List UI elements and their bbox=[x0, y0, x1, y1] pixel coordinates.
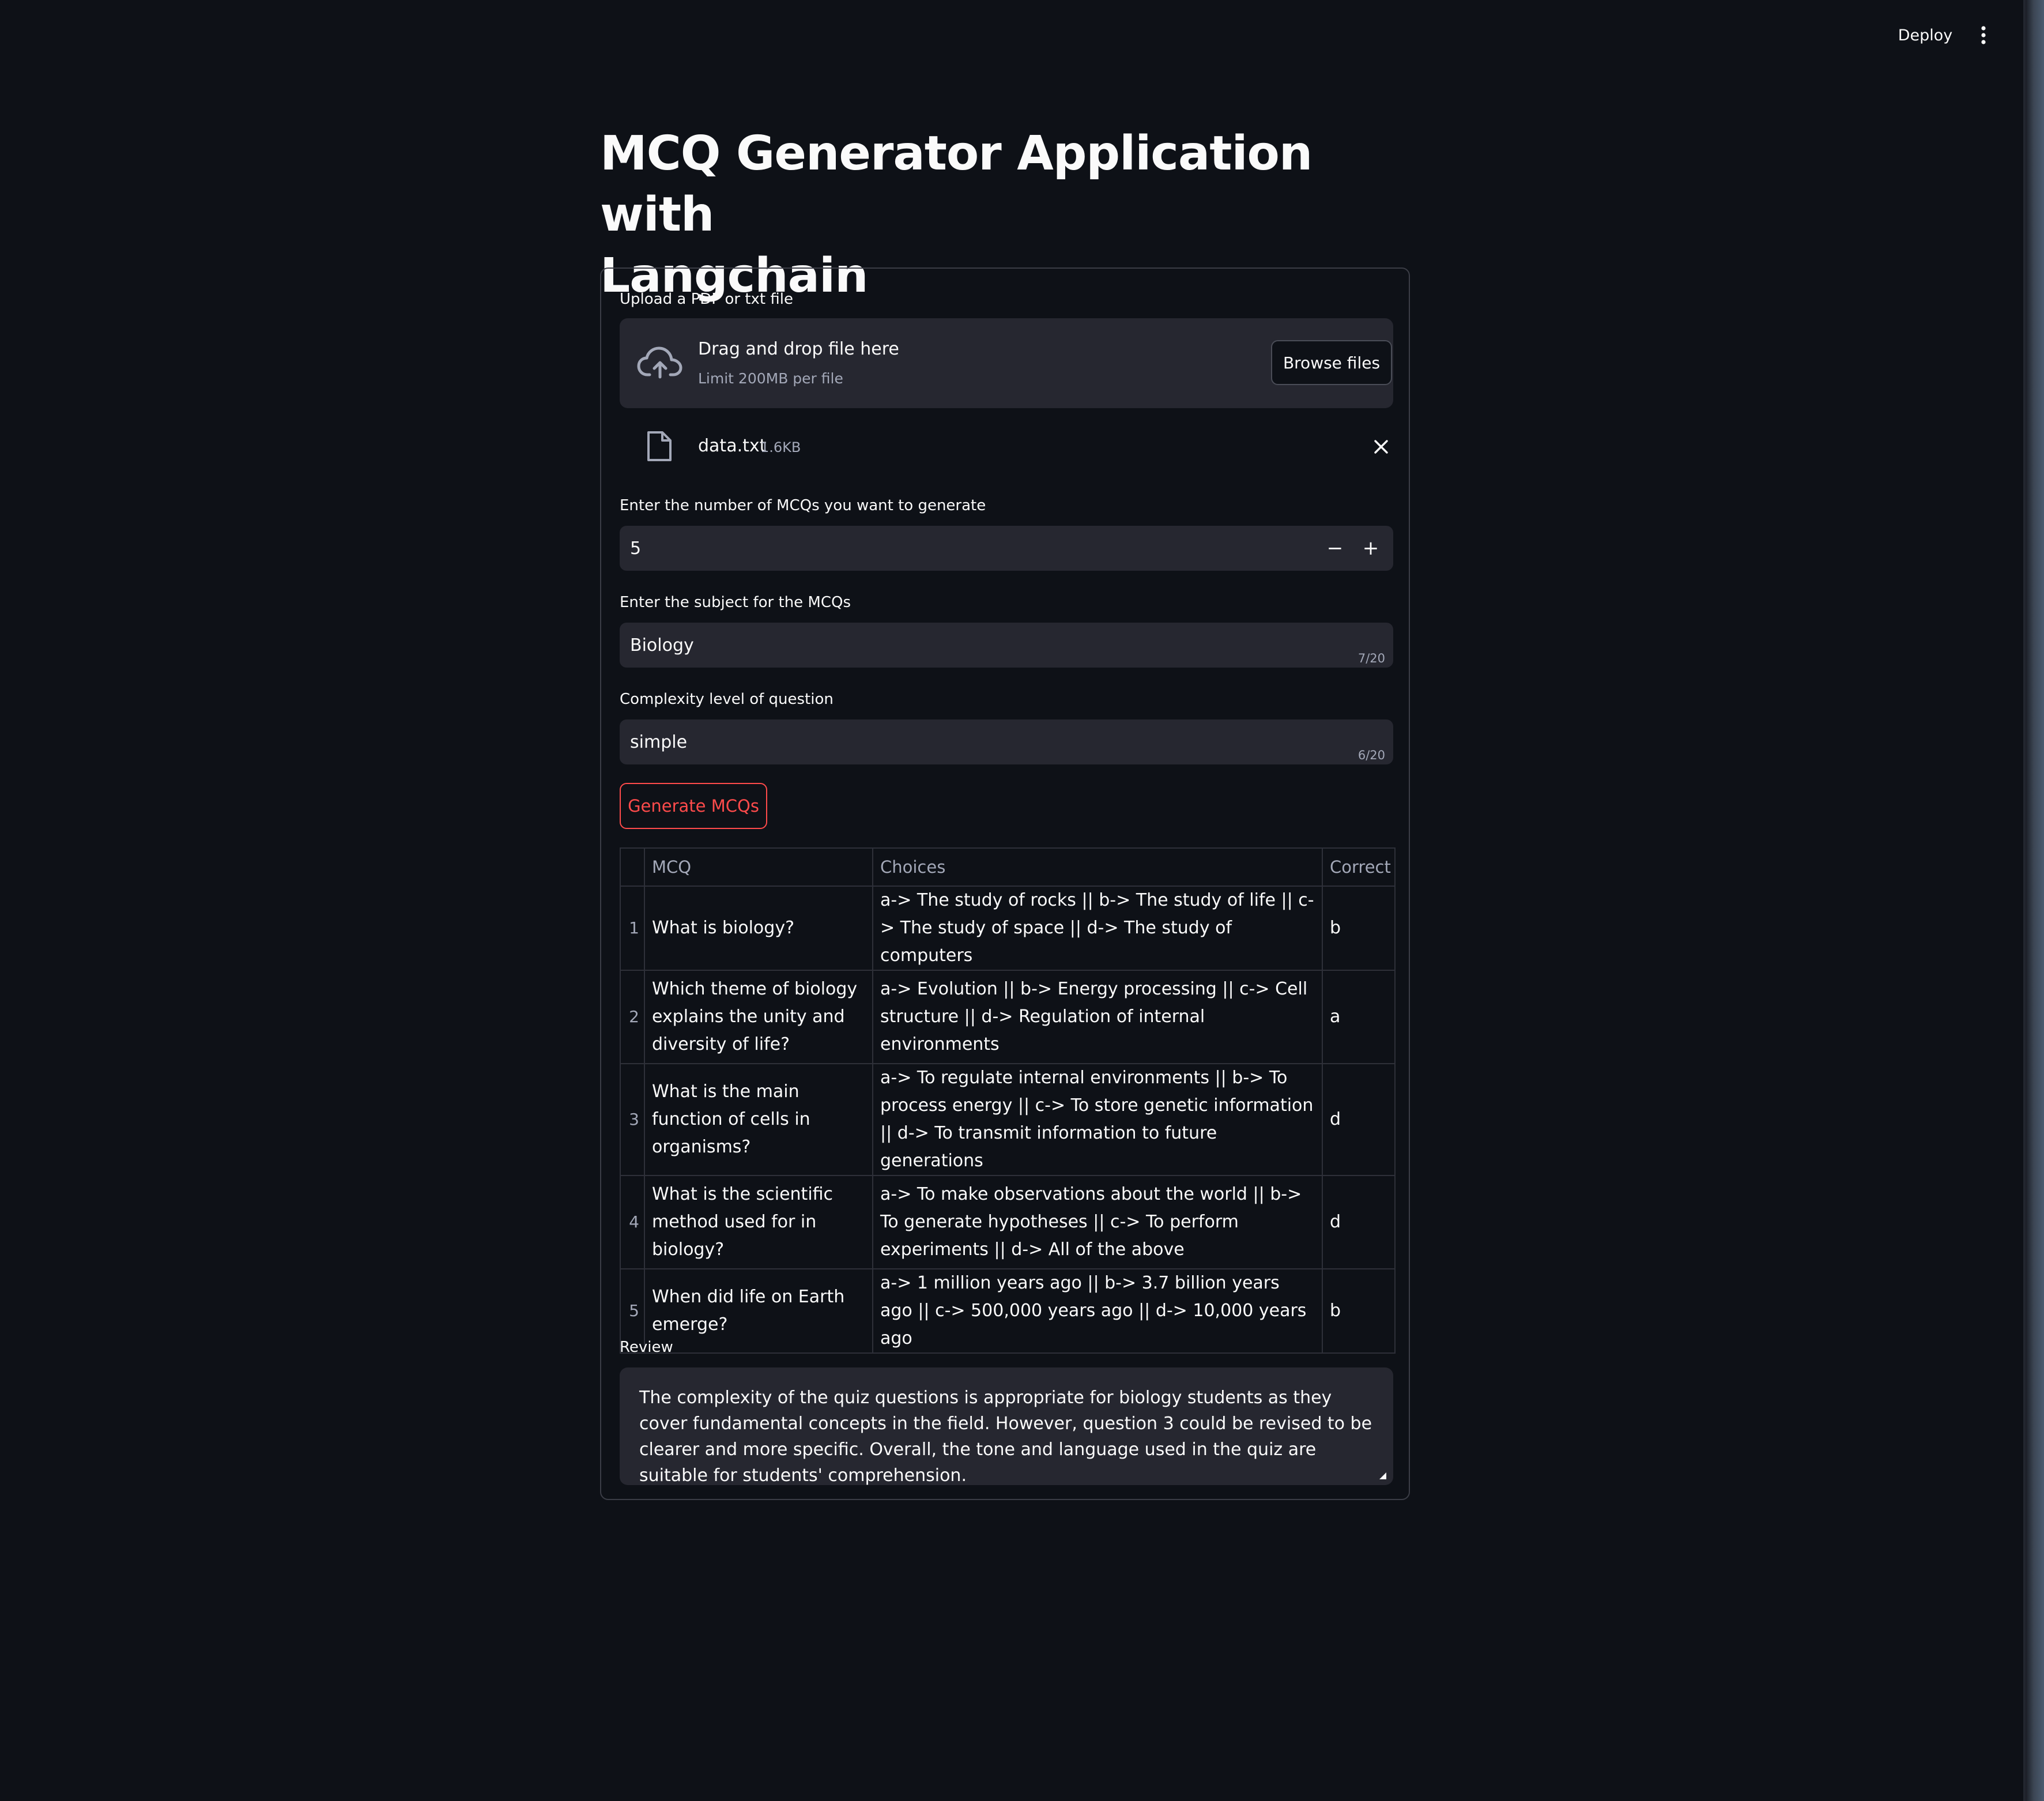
cloud-upload-icon bbox=[637, 346, 682, 379]
row-index: 1 bbox=[620, 886, 645, 971]
table-row: 4 What is the scientific method used for… bbox=[620, 1175, 1396, 1269]
mcq-cell[interactable]: Which theme of biology explains the unit… bbox=[644, 970, 873, 1064]
complexity-label: Complexity level of question bbox=[620, 691, 834, 708]
mcq-table: MCQ Choices Correct 1 What is biology? a… bbox=[620, 847, 1396, 1354]
choices-cell[interactable]: a-> 1 million years ago || b-> 3.7 billi… bbox=[872, 1268, 1323, 1354]
file-dropzone[interactable]: Drag and drop file here Limit 200MB per … bbox=[620, 318, 1393, 408]
dropzone-title: Drag and drop file here bbox=[698, 339, 899, 359]
increment-button[interactable]: + bbox=[1353, 526, 1389, 571]
page-title-line-1: MCQ Generator Application with bbox=[600, 126, 1313, 242]
correct-cell[interactable]: d bbox=[1322, 1175, 1396, 1269]
file-icon bbox=[647, 431, 672, 461]
subject-label: Enter the subject for the MCQs bbox=[620, 594, 851, 611]
complexity-input[interactable] bbox=[620, 719, 1300, 764]
uploaded-file-row: data.txt 1.6KB bbox=[620, 422, 1393, 472]
close-icon bbox=[1374, 440, 1388, 454]
row-index: 2 bbox=[620, 970, 645, 1064]
index-column-header[interactable] bbox=[620, 847, 645, 887]
subject-char-counter: 7/20 bbox=[1357, 651, 1385, 665]
remove-file-button[interactable] bbox=[1368, 434, 1394, 460]
review-textarea[interactable]: The complexity of the quiz questions is … bbox=[620, 1367, 1393, 1485]
table-header-row: MCQ Choices Correct bbox=[620, 847, 1396, 887]
row-index: 3 bbox=[620, 1063, 645, 1176]
mcq-form: Upload a PDF or txt file Drag and drop f… bbox=[600, 267, 1410, 1500]
uploaded-file-size: 1.6KB bbox=[760, 439, 801, 455]
mcq-column-header[interactable]: MCQ bbox=[644, 847, 873, 887]
table-row: 1 What is biology? a-> The study of rock… bbox=[620, 886, 1396, 971]
mcq-cell[interactable]: What is the scientific method used for i… bbox=[644, 1175, 873, 1269]
dropzone-limit: Limit 200MB per file bbox=[698, 370, 843, 387]
choices-cell[interactable]: a-> The study of rocks || b-> The study … bbox=[872, 886, 1323, 971]
vertical-dots-icon bbox=[1981, 26, 1986, 44]
complexity-char-counter: 6/20 bbox=[1357, 748, 1385, 762]
mcq-count-stepper: − + bbox=[620, 526, 1393, 571]
generate-mcqs-button[interactable]: Generate MCQs bbox=[620, 783, 767, 829]
choices-cell[interactable]: a-> To regulate internal environments ||… bbox=[872, 1063, 1323, 1176]
uploader-label: Upload a PDF or txt file bbox=[620, 291, 793, 308]
correct-column-header[interactable]: Correct bbox=[1322, 847, 1396, 887]
correct-cell[interactable]: d bbox=[1322, 1063, 1396, 1176]
choices-cell[interactable]: a-> To make observations about the world… bbox=[872, 1175, 1323, 1269]
subject-input[interactable] bbox=[620, 623, 1300, 668]
table-row: 5 When did life on Earth emerge? a-> 1 m… bbox=[620, 1268, 1396, 1354]
deploy-button[interactable]: Deploy bbox=[1886, 17, 1964, 53]
correct-cell[interactable]: b bbox=[1322, 1268, 1396, 1354]
correct-cell[interactable]: a bbox=[1322, 970, 1396, 1064]
choices-cell[interactable]: a-> Evolution || b-> Energy processing |… bbox=[872, 970, 1323, 1064]
complexity-field: 6/20 bbox=[620, 719, 1393, 764]
main-menu-button[interactable] bbox=[1966, 17, 2001, 53]
mcq-cell[interactable]: What is the main function of cells in or… bbox=[644, 1063, 873, 1176]
mcq-cell[interactable]: What is biology? bbox=[644, 886, 873, 971]
row-index: 4 bbox=[620, 1175, 645, 1269]
uploaded-file-name: data.txt bbox=[698, 436, 767, 456]
window-edge bbox=[2026, 0, 2044, 1801]
resize-handle-icon[interactable] bbox=[1378, 1471, 1386, 1479]
mcq-count-input[interactable] bbox=[620, 526, 1300, 571]
review-text: The complexity of the quiz questions is … bbox=[639, 1388, 1372, 1485]
subject-field: 7/20 bbox=[620, 623, 1393, 668]
review-label: Review bbox=[620, 1339, 673, 1356]
table-row: 2 Which theme of biology explains the un… bbox=[620, 970, 1396, 1064]
browse-files-button[interactable]: Browse files bbox=[1271, 340, 1392, 385]
mcq-count-label: Enter the number of MCQs you want to gen… bbox=[620, 497, 986, 514]
app-root: Deploy MCQ Generator Application with La… bbox=[0, 0, 2044, 1801]
choices-column-header[interactable]: Choices bbox=[872, 847, 1323, 887]
decrement-button[interactable]: − bbox=[1317, 526, 1353, 571]
table-row: 3 What is the main function of cells in … bbox=[620, 1063, 1396, 1176]
mcq-cell[interactable]: When did life on Earth emerge? bbox=[644, 1268, 873, 1354]
correct-cell[interactable]: b bbox=[1322, 886, 1396, 971]
